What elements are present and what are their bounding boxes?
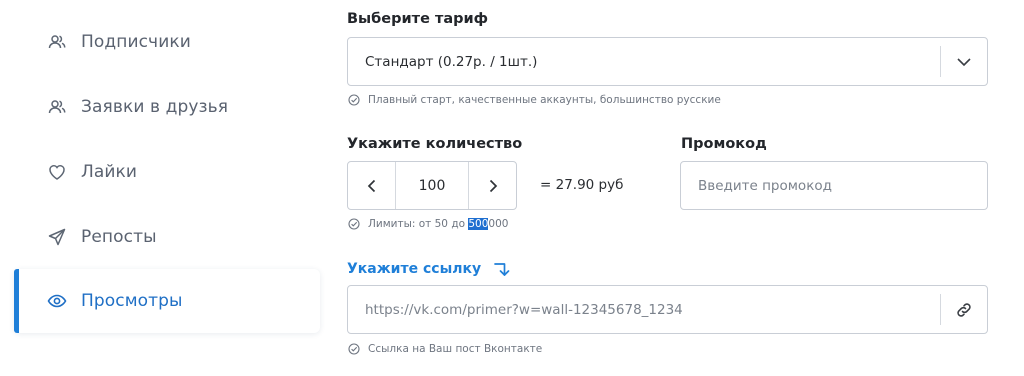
heart-icon — [46, 161, 68, 183]
limit-prefix: Лимиты: от 50 до — [368, 218, 469, 230]
users-icon — [46, 31, 68, 53]
check-circle-icon — [348, 218, 360, 230]
tariff-label: Выберите тариф — [347, 11, 489, 27]
sidebar: Подписчики Заявки в друзья Лайки Репосты… — [0, 0, 322, 376]
promo-label: Промокод — [681, 136, 767, 152]
tariff-hint-text: Плавный старт, качественные аккаунты, бо… — [368, 94, 721, 106]
tariff-hint: Плавный старт, качественные аккаунты, бо… — [348, 94, 721, 106]
link-icon — [941, 301, 987, 319]
link-field — [347, 285, 988, 334]
link-label-row: Укажите ссылку — [347, 260, 511, 278]
quantity-hint-text: Лимиты: от 50 до 500000 — [368, 218, 508, 230]
sidebar-item-friend-requests[interactable]: Заявки в друзья — [14, 75, 320, 139]
sidebar-item-subscribers[interactable]: Подписчики — [14, 10, 320, 74]
chevron-down-icon[interactable] — [941, 53, 987, 71]
link-input[interactable] — [348, 286, 940, 333]
tariff-select[interactable]: Стандарт (0.27р. / 1шт.) — [347, 37, 988, 86]
total-price: = 27.90 руб — [540, 177, 624, 193]
link-hint-text: Ссылка на Ваш пост Вконтакте — [368, 343, 543, 355]
users-icon — [46, 96, 68, 118]
decrement-button[interactable] — [348, 162, 395, 209]
check-circle-icon — [348, 94, 360, 106]
sidebar-item-label: Лайки — [81, 162, 138, 182]
quantity-label: Укажите количество — [347, 136, 523, 152]
text-selection: 500 — [468, 218, 489, 230]
sidebar-item-likes[interactable]: Лайки — [14, 140, 320, 204]
arrow-down-right-icon — [493, 260, 511, 278]
sidebar-item-label: Репосты — [81, 227, 157, 247]
promo-input[interactable] — [680, 161, 988, 210]
quantity-hint: Лимиты: от 50 до 500000 — [348, 218, 508, 230]
sidebar-item-label: Подписчики — [81, 32, 191, 52]
check-circle-icon — [348, 343, 360, 355]
sidebar-item-label: Просмотры — [81, 291, 183, 311]
send-icon — [46, 226, 68, 248]
sidebar-item-reposts[interactable]: Репосты — [14, 205, 320, 269]
increment-button[interactable] — [469, 162, 516, 209]
link-label: Укажите ссылку — [347, 261, 482, 277]
tariff-selected-value: Стандарт (0.27р. / 1шт.) — [365, 53, 538, 70]
eye-icon — [46, 290, 68, 312]
limit-suffix: 000 — [488, 218, 509, 230]
quantity-stepper: 100 — [347, 161, 517, 210]
sidebar-item-label: Заявки в друзья — [81, 97, 229, 117]
link-hint: Ссылка на Ваш пост Вконтакте — [348, 343, 542, 355]
quantity-input[interactable]: 100 — [395, 162, 469, 209]
sidebar-item-views[interactable]: Просмотры — [14, 269, 320, 333]
